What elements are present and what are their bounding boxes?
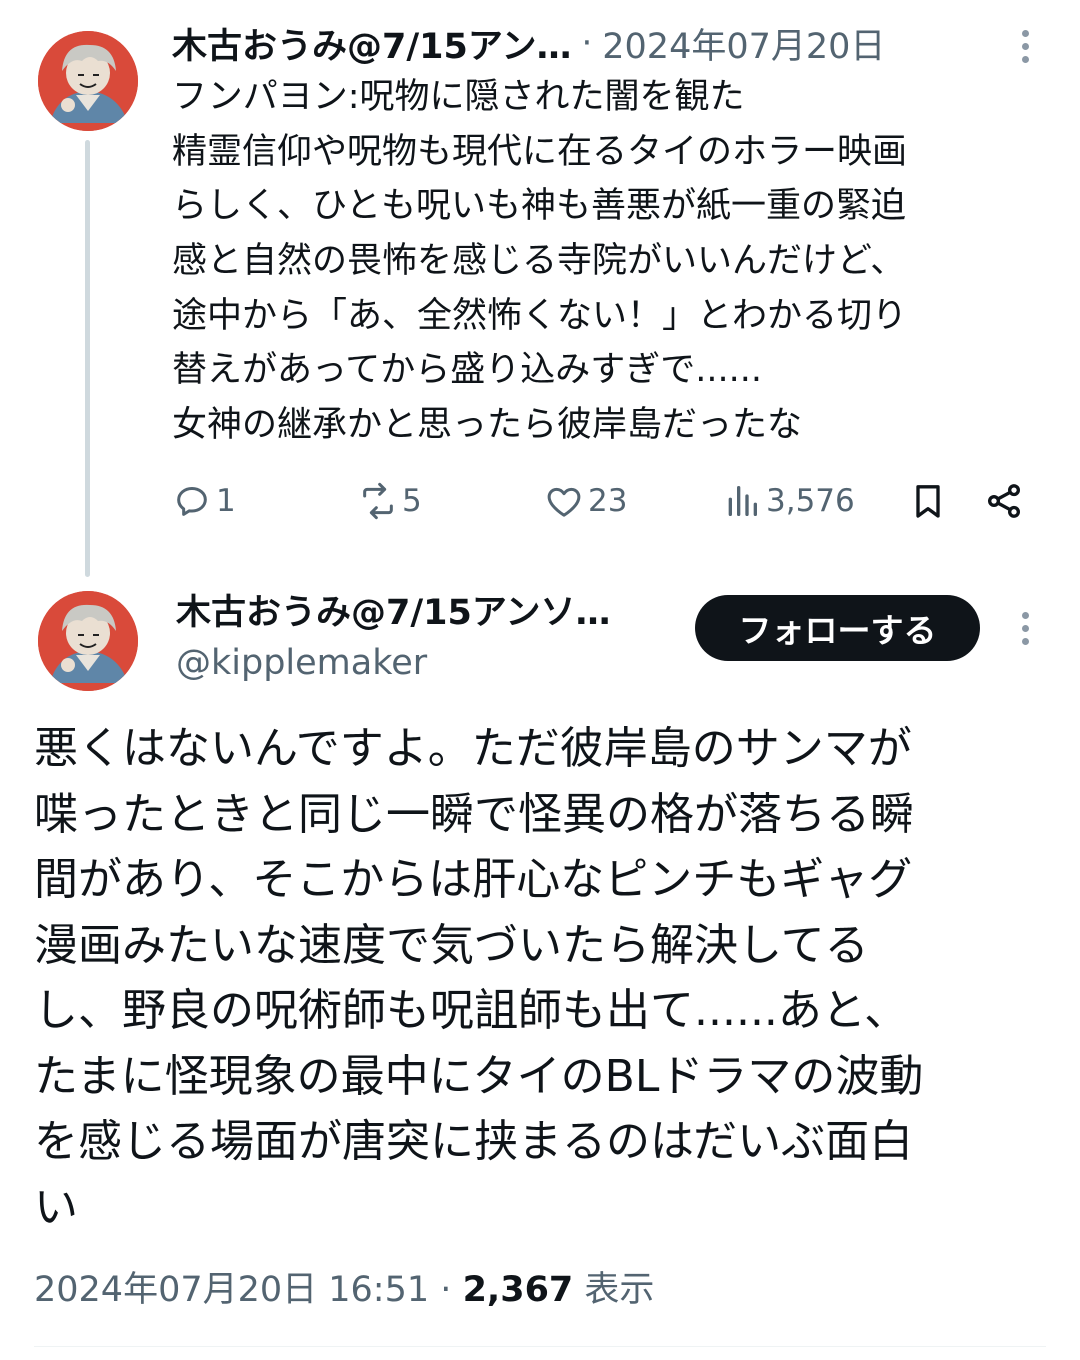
separator-dot: ·: [581, 23, 593, 63]
tweet-date[interactable]: 2024年07月20日: [602, 18, 885, 69]
text-line: らしく、ひとも呪いも神も善悪が紙一重の緊迫: [172, 186, 906, 227]
share-button[interactable]: [984, 476, 1028, 526]
avatar[interactable]: [38, 31, 138, 131]
text-line: 精霊信仰や呪物も現代に在るタイのホラー映画: [172, 131, 908, 172]
text-line: 間があり、そこからは肝心なピンチもギャグ: [34, 854, 913, 905]
tweet-timestamp[interactable]: 2024年07月20日 16:51: [34, 1270, 429, 1310]
tweet2-text: 悪くはないんですよ。ただ彼岸島のサンマが 喋ったときと同じ一瞬で怪異の格が落ちる…: [34, 716, 1064, 1240]
text-line: 漫画みたいな速度で気づいたら解決してる: [34, 919, 869, 971]
text-line: し、野良の呪術師も呪詛師も出て......あと、: [34, 985, 909, 1036]
avatar-illustration: [38, 591, 138, 691]
tweet1-header: 木古おうみ@7/15アン… · 2024年07月20日: [172, 18, 972, 68]
text-line: を感じる場面が唐突に挟まるのはだいぶ面白: [34, 1116, 914, 1167]
views-button[interactable]: 3,576: [722, 476, 855, 526]
text-line: 喋ったときと同じ一瞬で怪異の格が落ちる瞬: [34, 788, 914, 840]
reply-icon: [177, 487, 207, 516]
avatar[interactable]: [38, 591, 138, 691]
more-icon[interactable]: [1015, 30, 1035, 63]
share-icon: [988, 484, 1020, 518]
text-line: 女神の継承かと思ったら彼岸島だったな: [172, 405, 803, 446]
tweet1-text: フンパヨン:呪物に隠された闇を観た 精霊信仰や呪物も現代に在るタイのホラー映画 …: [172, 70, 1052, 453]
author-handle[interactable]: @kipplemaker: [176, 638, 427, 688]
reply-count: 1: [216, 483, 236, 519]
views-count: 2,367: [462, 1270, 574, 1310]
divider: [34, 1346, 1046, 1347]
bookmark-icon: [916, 485, 940, 518]
tweet2-meta: 2024年07月20日 16:51 · 2,367 表示: [34, 1262, 654, 1318]
avatar-illustration: [38, 31, 138, 131]
more-icon[interactable]: [1015, 612, 1035, 645]
thread-connector-line: [85, 140, 90, 577]
text-line: 途中から「あ、全然怖くない！」とわかる切り: [172, 295, 908, 336]
text-line: 悪くはないんですよ。ただ彼岸島のサンマが: [34, 723, 912, 774]
repost-button[interactable]: 5: [358, 476, 422, 526]
text-line: 替えがあってから盛り込みすぎで......: [172, 350, 763, 391]
author-name[interactable]: 木古おうみ@7/15アン…: [172, 18, 571, 69]
author-name[interactable]: 木古おうみ@7/15アンソ…: [176, 588, 610, 638]
views-icon: [728, 486, 757, 516]
text-line: フンパヨン:呪物に隠された闇を観た: [172, 77, 745, 117]
separator-dot: ·: [440, 1270, 452, 1310]
reply-button[interactable]: 1: [172, 476, 236, 526]
repost-count: 5: [402, 483, 422, 519]
view-count: 3,576: [766, 483, 855, 519]
text-line: 感と自然の畏怖を感じる寺院がいいんだけど、: [172, 241, 906, 282]
follow-button[interactable]: フォローする: [695, 595, 980, 661]
tweet1-action-bar: 1 5 23 3,576: [170, 476, 1040, 526]
like-button[interactable]: 23: [544, 476, 627, 526]
repost-icon: [363, 482, 393, 520]
like-icon: [547, 487, 581, 517]
text-line: い: [34, 1181, 78, 1233]
bookmark-button[interactable]: [908, 476, 952, 526]
like-count: 23: [588, 483, 628, 519]
text-line: たまに怪現象の最中にタイのBLドラマの波動: [34, 1050, 924, 1102]
views-label: 表示: [584, 1270, 655, 1310]
